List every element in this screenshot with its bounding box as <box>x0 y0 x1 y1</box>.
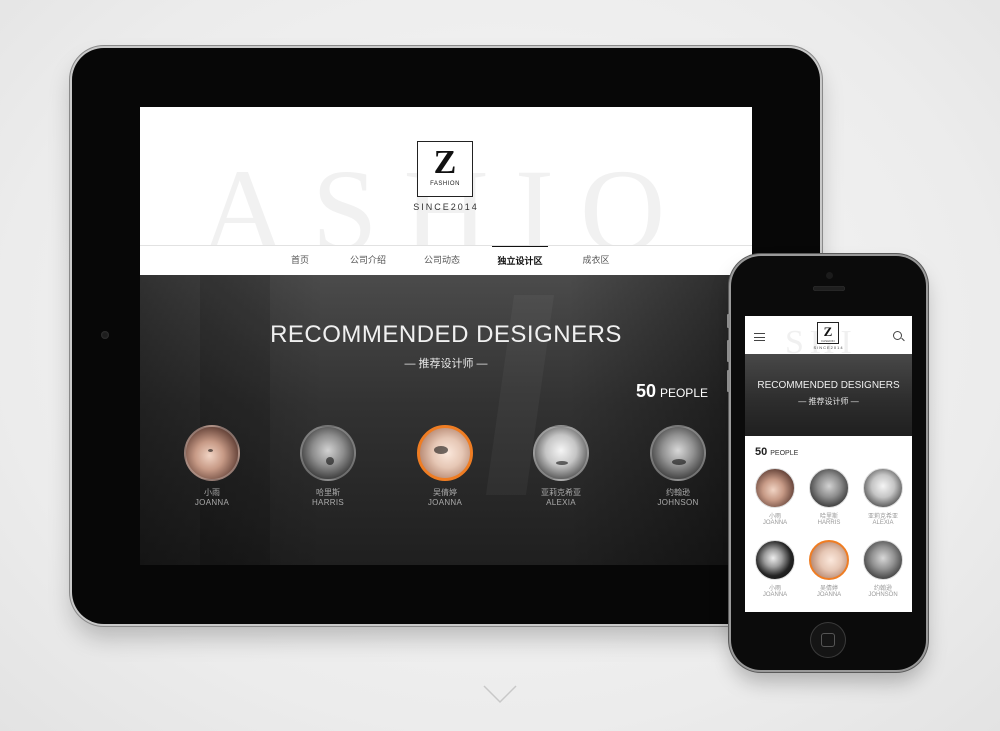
designer-name-cn: 哈里斯 <box>819 514 838 520</box>
logo-subtitle: FASHION <box>430 181 460 187</box>
phone-mute-switch <box>727 314 730 328</box>
designer-name-en: HARRIS <box>311 498 345 507</box>
nav-label: 成衣区 <box>582 255 610 265</box>
phone-home-button[interactable] <box>810 622 846 658</box>
phone-volume-down <box>727 370 730 392</box>
designer-name-en: JOHNSON <box>657 498 699 507</box>
logo-letter: Z <box>823 324 833 339</box>
avatar <box>755 468 795 508</box>
avatar <box>863 468 903 508</box>
nav-label: 独立设计区 <box>497 256 543 266</box>
count-number: 50 <box>755 446 768 458</box>
designer-name-en: JOANNA <box>762 592 788 598</box>
designer-name-cn: 吴倩婷 <box>819 586 838 592</box>
designer-card[interactable]: 亚莉克希亚 ALEXIA <box>516 425 606 507</box>
designer-name-cn: 亚莉克希亚 <box>541 488 581 497</box>
hero-shadow <box>200 275 270 565</box>
phone-speaker <box>813 286 845 291</box>
nav-item-independent-design[interactable]: 独立设计区 <box>492 246 548 275</box>
home-square-icon <box>821 633 835 647</box>
designer-name-en: ALEXIA <box>872 520 894 526</box>
phone-camera <box>826 272 833 279</box>
avatar <box>809 540 849 580</box>
mobile-designer-card[interactable]: 小雨 JOANNA <box>748 540 802 598</box>
tablet-camera <box>101 331 109 339</box>
phone-device: SHI Z FASHION SINCE2014 RECOMMENDED DESI… <box>727 256 926 670</box>
avatar <box>533 425 589 481</box>
mobile-header: SHI Z FASHION SINCE2014 <box>745 316 912 354</box>
designer-name-cn: 约翰逊 <box>666 488 690 497</box>
search-icon[interactable] <box>893 331 902 340</box>
mobile-designer-card-selected[interactable]: 吴倩婷 JOANNA <box>802 540 856 598</box>
chevron-down-icon[interactable] <box>482 676 518 712</box>
designer-name-en: JOANNA <box>762 520 788 526</box>
hero-subtitle: — 推荐设计师 — <box>404 358 488 370</box>
nav-label: 公司动态 <box>423 255 460 265</box>
tablet-device: ASHIO Z FASHION SINCE2014 首页 公司介绍 公司动态 独… <box>72 48 820 624</box>
designer-card[interactable]: 约翰逊 JOHNSON <box>633 425 723 507</box>
designer-name-en: ALEXIA <box>546 498 576 507</box>
designer-name-cn: 亚莉克希亚 <box>867 514 898 520</box>
count-number: 50 <box>635 381 656 401</box>
designer-card[interactable]: 哈里斯 HARRIS <box>283 425 373 507</box>
mobile-designer-card[interactable]: 亚莉克希亚 ALEXIA <box>856 468 910 526</box>
phone-volume-up <box>727 340 730 362</box>
designer-name-en: JOANNA <box>427 498 463 507</box>
designers-hero: RECOMMENDED DESIGNERS — 推荐设计师 — 50 PEOPLE… <box>140 275 752 565</box>
tablet-screen: ASHIO Z FASHION SINCE2014 首页 公司介绍 公司动态 独… <box>140 107 752 565</box>
designer-name-en: HARRIS <box>817 520 841 526</box>
avatar <box>300 425 356 481</box>
designer-name-cn: 约翰逊 <box>873 586 892 592</box>
nav-item-ready-to-wear[interactable]: 成衣区 <box>574 246 618 275</box>
brand-logo[interactable]: Z FASHION <box>417 141 473 197</box>
site-header: ASHIO Z FASHION SINCE2014 <box>140 107 752 245</box>
avatar <box>417 425 473 481</box>
mobile-hero-title: RECOMMENDED DESIGNERS <box>757 380 900 391</box>
designer-name-cn: 小雨 <box>768 586 781 592</box>
designer-name-en: JOHNSON <box>868 592 898 598</box>
designer-card-selected[interactable]: 吴倩婷 JOANNA <box>400 425 490 507</box>
avatar <box>650 425 706 481</box>
avatar <box>184 425 240 481</box>
nav-item-about[interactable]: 公司介绍 <box>344 246 392 275</box>
mobile-designer-card[interactable]: 小雨 JOANNA <box>748 468 802 526</box>
mobile-designers-hero: RECOMMENDED DESIGNERS — 推荐设计师 — <box>745 354 912 436</box>
mobile-designer-card[interactable]: 哈里斯 HARRIS <box>802 468 856 526</box>
phone-screen: SHI Z FASHION SINCE2014 RECOMMENDED DESI… <box>745 316 912 612</box>
avatar <box>755 540 795 580</box>
brand-since: SINCE2014 <box>413 202 479 212</box>
nav-item-news[interactable]: 公司动态 <box>418 246 466 275</box>
mobile-brand-logo[interactable]: Z FASHION <box>817 322 839 344</box>
designer-card[interactable]: 小雨 JOANNA <box>167 425 257 507</box>
hero-title: RECOMMENDED DESIGNERS <box>270 321 622 348</box>
logo-letter: Z <box>433 144 457 181</box>
hamburger-menu-icon[interactable] <box>754 333 765 341</box>
nav-label: 公司介绍 <box>349 255 386 265</box>
mobile-hero-subtitle: — 推荐设计师 — <box>798 397 859 406</box>
designer-name-en: JOANNA <box>194 498 230 507</box>
mobile-designer-count: 50 PEOPLE <box>755 446 798 458</box>
designer-name-en: JOANNA <box>816 592 842 598</box>
count-label: PEOPLE <box>770 450 799 457</box>
designer-count: 50 PEOPLE <box>636 381 708 402</box>
main-nav: 首页 公司介绍 公司动态 独立设计区 成衣区 <box>140 245 752 275</box>
designer-name-cn: 吴倩婷 <box>433 488 457 497</box>
logo-subtitle: FASHION <box>821 339 835 343</box>
nav-label: 首页 <box>290 255 309 265</box>
avatar <box>863 540 903 580</box>
nav-item-home[interactable]: 首页 <box>282 246 318 275</box>
mobile-designer-card[interactable]: 约翰逊 JOHNSON <box>856 540 910 598</box>
designer-name-cn: 小雨 <box>204 488 220 497</box>
count-label: PEOPLE <box>659 386 708 400</box>
mobile-brand-since: SINCE2014 <box>813 345 844 350</box>
designer-name-cn: 小雨 <box>768 514 781 520</box>
designer-name-cn: 哈里斯 <box>316 488 340 497</box>
avatar <box>809 468 849 508</box>
